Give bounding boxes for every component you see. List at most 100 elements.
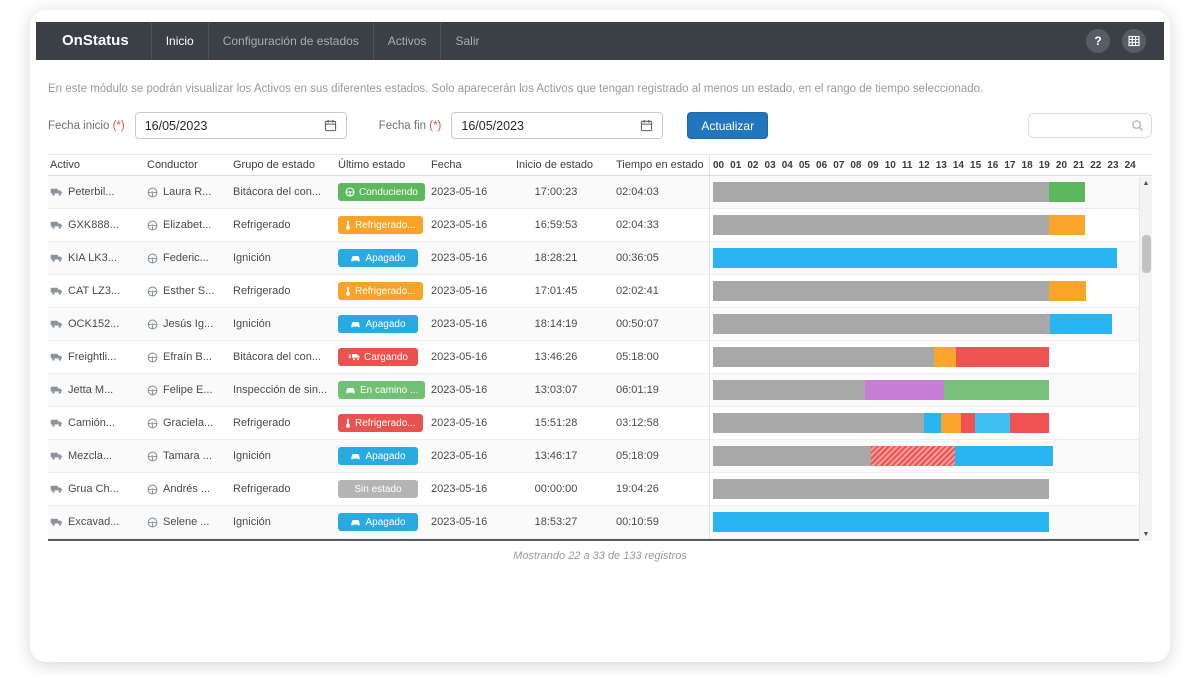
- state-start-cell: 18:14:19: [514, 318, 614, 330]
- timeline-segment: [934, 347, 956, 367]
- asset-name: GXK888...: [68, 219, 119, 231]
- truck-icon: [50, 253, 63, 263]
- grid-icon[interactable]: [1122, 29, 1146, 53]
- start-date-input[interactable]: [145, 119, 324, 133]
- time-in-state-cell: 00:10:59: [614, 516, 709, 528]
- timeline-cell: [709, 374, 1152, 406]
- end-date-input[interactable]: [461, 119, 640, 133]
- timeline-segment: [1049, 215, 1085, 235]
- hour-tick: 17: [1004, 160, 1015, 171]
- nav-item-activos[interactable]: Activos: [373, 22, 441, 60]
- timeline-segment: [956, 347, 1049, 367]
- update-button[interactable]: Actualizar: [687, 112, 768, 139]
- timeline-cell: [709, 176, 1152, 208]
- driver-icon: [147, 286, 158, 297]
- state-group: Ignición: [233, 516, 271, 528]
- driver-name: Selene ...: [163, 516, 209, 528]
- steering-wheel-icon: [345, 187, 355, 197]
- column-header-tiempo[interactable]: Tiempo en estado: [614, 159, 709, 171]
- state-start-cell: 13:03:07: [514, 384, 614, 396]
- calendar-icon[interactable]: [640, 119, 653, 132]
- nav-item-salir[interactable]: Salir: [440, 22, 493, 60]
- state-group: Inspección de sin...: [233, 384, 327, 396]
- date-cell: 2023-05-16: [429, 186, 514, 198]
- time-in-state-cell: 19:04:26: [614, 483, 709, 495]
- column-header-grupo[interactable]: Grupo de estado: [231, 159, 336, 171]
- timeline-track: [713, 215, 1136, 235]
- status-label: Conduciendo: [359, 187, 418, 198]
- last-state-cell: Cargando: [336, 348, 429, 366]
- time-in-state-cell: 05:18:00: [614, 351, 709, 363]
- table-row: Grua Ch...Andrés ...RefrigeradoSin estad…: [48, 473, 1152, 506]
- last-state-cell: Apagado: [336, 315, 429, 333]
- timeline-segment: [975, 413, 1010, 433]
- driver-name: Laura R...: [163, 186, 211, 198]
- table-bottom-rule: [48, 539, 1152, 541]
- driver-name: Graciela...: [163, 417, 213, 429]
- last-state-cell: Refrigerado...: [336, 282, 429, 300]
- driver-cell: Federic...: [145, 252, 231, 264]
- hour-tick: 03: [765, 160, 776, 171]
- hour-tick: 15: [970, 160, 981, 171]
- status-badge: Sin estado: [338, 480, 418, 498]
- column-header-fecha[interactable]: Fecha: [429, 159, 514, 171]
- truck-icon: [50, 319, 63, 329]
- time-in-state-cell: 03:12:58: [614, 417, 709, 429]
- table-row: Freightli...Efraín B...Bitácora del con.…: [48, 341, 1152, 374]
- status-label: Cargando: [364, 352, 408, 363]
- help-icon[interactable]: ?: [1086, 29, 1110, 53]
- state-group: Bitácora del con...: [233, 186, 321, 198]
- calendar-icon[interactable]: [324, 119, 337, 132]
- search-field[interactable]: [1028, 113, 1152, 138]
- module-description: En este módulo se podrán visualizar los …: [48, 83, 1152, 95]
- time-in-state-cell: 00:36:05: [614, 252, 709, 264]
- scroll-down-arrow[interactable]: ▼: [1140, 531, 1152, 538]
- hour-tick: 06: [816, 160, 827, 171]
- state-start-cell: 15:51:28: [514, 417, 614, 429]
- scrollbar-thumb[interactable]: [1142, 235, 1151, 273]
- thermometer-icon: [345, 286, 351, 296]
- end-date-field[interactable]: [451, 112, 663, 139]
- timeline-segment: [1010, 413, 1049, 433]
- timeline-track: [713, 446, 1136, 466]
- asset-cell: Excavad...: [48, 516, 145, 528]
- timeline-track: [713, 512, 1136, 532]
- driver-cell: Laura R...: [145, 186, 231, 198]
- asset-cell: Jetta M...: [48, 384, 145, 396]
- car-icon: [350, 320, 361, 329]
- nav-item-configuracion-de-estados[interactable]: Configuración de estados: [208, 22, 373, 60]
- timeline-segment: [871, 446, 955, 466]
- state-start-cell: 17:00:23: [514, 186, 614, 198]
- status-badge: Refrigerado...: [338, 414, 423, 432]
- scroll-up-arrow[interactable]: ▲: [1140, 180, 1152, 187]
- driver-cell: Felipe E...: [145, 384, 231, 396]
- status-label: Refrigerado...: [355, 220, 416, 231]
- asset-cell: GXK888...: [48, 219, 145, 231]
- timeline-track: [713, 314, 1136, 334]
- column-header-estado[interactable]: Último estado: [336, 159, 429, 171]
- status-table: ActivoConductorGrupo de estadoÚltimo est…: [48, 154, 1152, 541]
- status-badge: Cargando: [338, 348, 418, 366]
- status-badge: En camino ...: [338, 381, 425, 399]
- column-header-inicio[interactable]: Inicio de estado: [514, 159, 614, 171]
- driver-name: Tamara ...: [163, 450, 212, 462]
- driver-cell: Graciela...: [145, 417, 231, 429]
- car-icon: [350, 518, 361, 527]
- state-start-cell: 17:01:45: [514, 285, 614, 297]
- table-row: Excavad...Selene ...IgniciónApagado2023-…: [48, 506, 1152, 539]
- time-in-state-cell: 02:04:03: [614, 186, 709, 198]
- vertical-scrollbar[interactable]: ▲ ▼: [1139, 177, 1152, 541]
- column-header-conductor[interactable]: Conductor: [145, 159, 231, 171]
- nav-item-inicio[interactable]: Inicio: [151, 22, 208, 60]
- timeline-segment: [713, 281, 1049, 301]
- date-cell: 2023-05-16: [429, 252, 514, 264]
- start-date-field[interactable]: [135, 112, 347, 139]
- search-input[interactable]: [1036, 120, 1128, 132]
- truck-icon: [50, 352, 63, 362]
- driver-icon: [147, 517, 158, 528]
- hour-tick: 02: [747, 160, 758, 171]
- truck-icon: [50, 286, 63, 296]
- state-start-cell: 18:53:27: [514, 516, 614, 528]
- column-header-activo[interactable]: Activo: [48, 159, 145, 171]
- date-cell: 2023-05-16: [429, 417, 514, 429]
